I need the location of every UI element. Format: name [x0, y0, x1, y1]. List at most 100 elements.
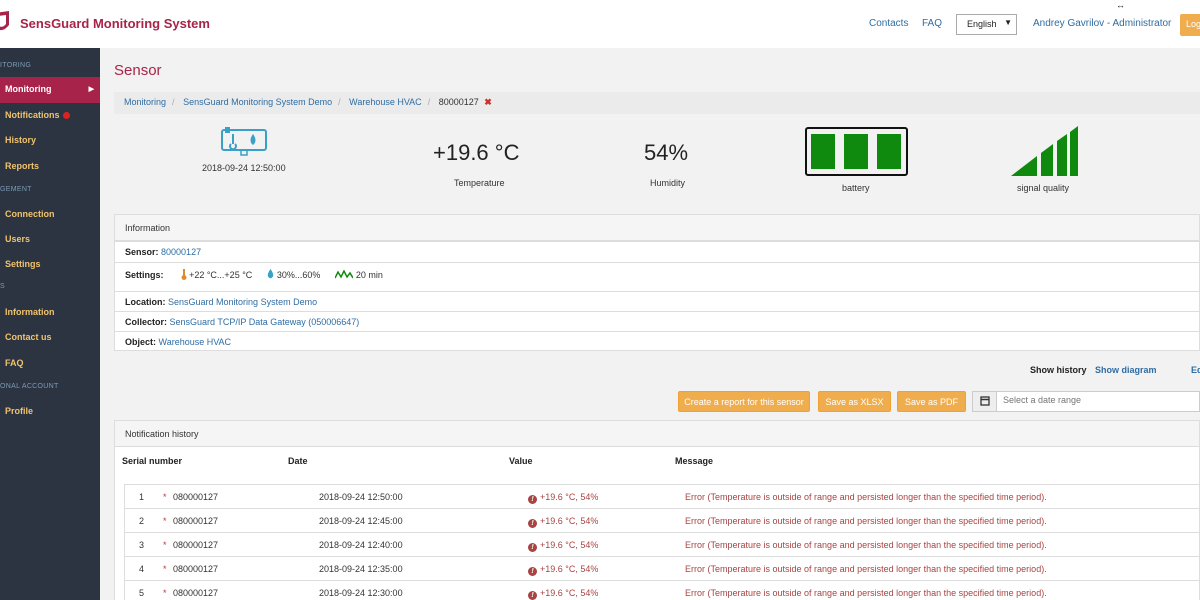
edit-link[interactable]: Ed: [1191, 365, 1200, 375]
sidebar-item-reports[interactable]: Reports: [0, 156, 100, 178]
row-number: 1: [139, 492, 145, 502]
breadcrumb-monitoring[interactable]: Monitoring: [124, 97, 166, 107]
sidebar-item-monitoring[interactable]: Monitoring ▶: [0, 77, 100, 103]
sidebar-item-notifications[interactable]: Notifications: [0, 105, 100, 127]
thermometer-icon: [181, 269, 187, 280]
create-report-button[interactable]: Create a report for this sensor: [678, 391, 810, 412]
sidebar-item-history[interactable]: History: [0, 130, 100, 152]
user-menu-link[interactable]: Andrey Gavrilov - Administrator: [1033, 18, 1171, 29]
row-value: ! +19.6 °C, 54%: [528, 540, 598, 552]
sidebar-item-profile[interactable]: Profile: [0, 401, 100, 423]
row-value: ! +19.6 °C, 54%: [528, 492, 598, 504]
sensor-device-icon: [221, 127, 267, 156]
show-diagram-toggle[interactable]: Show diagram: [1095, 365, 1157, 375]
row-serial: 080000127: [173, 588, 219, 598]
sidebar-item-faq[interactable]: FAQ: [0, 353, 100, 375]
top-bar: SensGuard Monitoring System Contacts FAQ…: [0, 0, 1200, 48]
shield-logo-icon: [0, 11, 9, 30]
breadcrumb-current: 80000127: [438, 97, 479, 107]
humidity-value: 54%: [644, 140, 689, 165]
temperature-value: +19.6 °C: [433, 140, 520, 165]
breadcrumb-location[interactable]: SensGuard Monitoring System Demo: [183, 97, 332, 107]
caret-down-icon: ▼: [1004, 18, 1012, 27]
sensor-label: Sensor:: [125, 247, 159, 257]
row-message: Error (Temperature is outside of range a…: [685, 564, 1047, 574]
sidebar-section-management: GEMENT: [0, 186, 32, 193]
object-label: Object:: [125, 337, 157, 347]
row-number: 2: [139, 516, 145, 526]
sidebar-section-help: S: [0, 283, 5, 290]
sidebar-item-settings[interactable]: Settings: [0, 254, 100, 276]
date-range-input[interactable]: [1003, 395, 1193, 405]
settings-label: Settings:: [125, 270, 164, 280]
measurement-interval: 20 min: [355, 270, 383, 280]
faq-link[interactable]: FAQ: [922, 18, 942, 29]
contacts-link[interactable]: Contacts: [869, 18, 908, 29]
info-sensor-row: Sensor: 80000127: [115, 241, 1200, 261]
table-row[interactable]: 5 * 080000127 2018-09-24 12:30:00 ! +19.6…: [125, 581, 1200, 600]
asterisk-icon: *: [163, 588, 167, 598]
error-icon: !: [528, 495, 537, 504]
row-number: 4: [139, 564, 145, 574]
asterisk-icon: *: [163, 564, 167, 574]
information-title: Information: [115, 215, 1199, 241]
error-icon: !: [528, 543, 537, 552]
collector-link[interactable]: SensGuard TCP/IP Data Gateway (050006647…: [170, 317, 360, 327]
location-link[interactable]: SensGuard Monitoring System Demo: [168, 297, 317, 307]
row-message: Error (Temperature is outside of range a…: [685, 540, 1047, 550]
save-pdf-button[interactable]: Save as PDF: [897, 391, 966, 412]
column-serial-number[interactable]: Serial number: [122, 456, 182, 466]
signal-quality-icon: [1011, 126, 1078, 176]
error-icon: !: [528, 519, 537, 528]
date-range-picker[interactable]: [972, 391, 1200, 412]
language-select[interactable]: English ▼: [956, 14, 1017, 35]
sidebar-item-label: Monitoring: [5, 84, 52, 94]
logout-button[interactable]: Log: [1180, 14, 1200, 36]
row-date: 2018-09-24 12:50:00: [319, 492, 403, 502]
sidebar-item-users[interactable]: Users: [0, 229, 100, 251]
column-message[interactable]: Message: [675, 456, 713, 466]
column-date[interactable]: Date: [288, 456, 308, 466]
sidebar-section-monitoring: ITORING: [0, 62, 32, 69]
sidebar-item-contact-us[interactable]: Contact us: [0, 327, 100, 349]
sidebar-item-connection[interactable]: Connection: [0, 204, 100, 226]
info-settings-row: Settings: +22 °C...+25 °C 30%...60% 20 m…: [115, 262, 1200, 287]
error-icon: !: [528, 591, 537, 600]
save-xlsx-button[interactable]: Save as XLSX: [818, 391, 891, 412]
table-row[interactable]: 3 * 080000127 2018-09-24 12:40:00 ! +19.6…: [125, 533, 1200, 557]
row-message: Error (Temperature is outside of range a…: [685, 516, 1047, 526]
sidebar-section-personal-account: ONAL ACCOUNT: [0, 383, 59, 390]
breadcrumb: Monitoring / SensGuard Monitoring System …: [114, 92, 1200, 114]
information-panel: Information Sensor: 80000127 Settings: +…: [114, 214, 1200, 351]
show-history-toggle[interactable]: Show history: [1030, 365, 1087, 375]
row-serial: 080000127: [173, 516, 219, 526]
droplet-icon: [268, 269, 274, 279]
row-value: ! +19.6 °C, 54%: [528, 588, 598, 600]
row-date: 2018-09-24 12:35:00: [319, 564, 403, 574]
app-title: SensGuard Monitoring System: [20, 16, 210, 31]
table-row[interactable]: 1 * 080000127 2018-09-24 12:50:00 ! +19.6…: [125, 485, 1200, 509]
row-serial: 080000127: [173, 492, 219, 502]
object-link[interactable]: Warehouse HVAC: [159, 337, 232, 347]
temperature-label: Temperature: [454, 178, 505, 188]
notification-history-title: Notification history: [115, 421, 1199, 447]
battery-icon: [805, 127, 908, 176]
calendar-icon[interactable]: [973, 392, 997, 411]
table-row[interactable]: 4 * 080000127 2018-09-24 12:35:00 ! +19.6…: [125, 557, 1200, 581]
remove-icon[interactable]: ✖: [484, 97, 492, 107]
triangle-right-icon: ▶: [88, 86, 94, 93]
sidebar-item-information[interactable]: Information: [0, 302, 100, 324]
sidebar: ITORING Monitoring ▶ Notifications Histo…: [0, 48, 100, 600]
row-message: Error (Temperature is outside of range a…: [685, 492, 1047, 502]
sensor-link[interactable]: 80000127: [161, 247, 201, 257]
error-icon: !: [528, 567, 537, 576]
column-value[interactable]: Value: [509, 456, 533, 466]
temperature-range: +22 °C...+25 °C: [189, 270, 253, 280]
row-serial: 080000127: [173, 540, 219, 550]
reading-timestamp: 2018-09-24 12:50:00: [202, 163, 286, 173]
notification-table: 1 * 080000127 2018-09-24 12:50:00 ! +19.6…: [124, 484, 1200, 600]
interval-wave-icon: [334, 269, 355, 279]
table-row[interactable]: 2 * 080000127 2018-09-24 12:45:00 ! +19.6…: [125, 509, 1200, 533]
breadcrumb-object[interactable]: Warehouse HVAC: [349, 97, 422, 107]
row-date: 2018-09-24 12:30:00: [319, 588, 403, 598]
